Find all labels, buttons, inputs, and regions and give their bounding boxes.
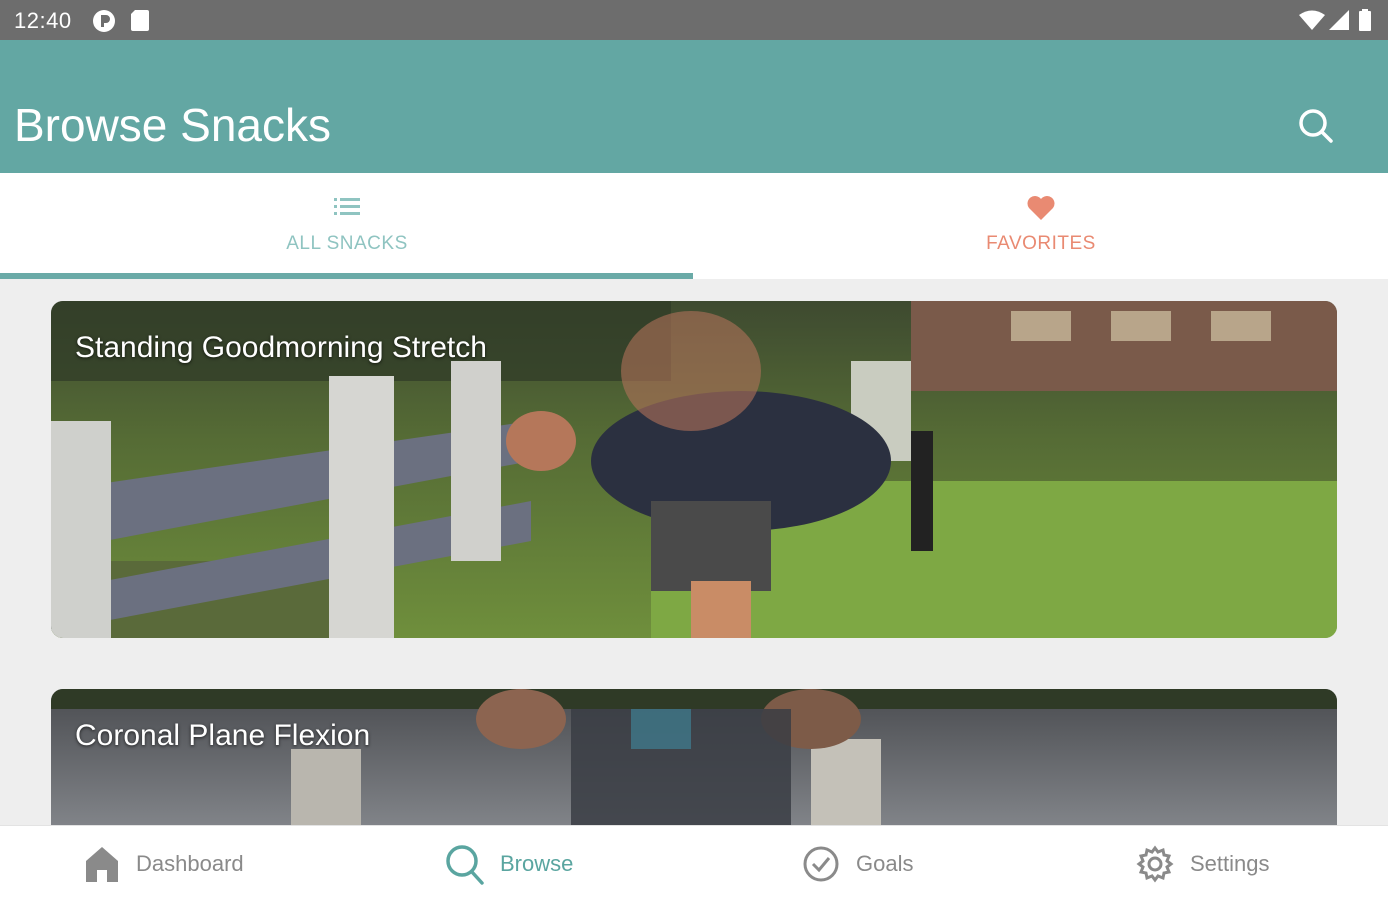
search-icon xyxy=(1299,109,1333,143)
nav-settings[interactable]: Settings xyxy=(1136,826,1270,900)
tab-favorites[interactable]: FAVORITES xyxy=(694,173,1388,279)
nav-browse[interactable]: Browse xyxy=(444,826,573,900)
home-icon xyxy=(86,846,118,882)
snack-title: Standing Goodmorning Stretch xyxy=(75,331,487,364)
search-icon xyxy=(446,844,484,885)
tab-favorites-label: FAVORITES xyxy=(986,233,1096,254)
snack-image xyxy=(51,689,1337,825)
nav-goals[interactable]: Goals xyxy=(802,826,913,900)
search-button[interactable] xyxy=(1290,100,1342,152)
status-time: 12:40 xyxy=(14,8,72,33)
check-circle-icon xyxy=(803,846,839,881)
nav-browse-label: Browse xyxy=(500,850,574,876)
snack-title: Coronal Plane Flexion xyxy=(75,719,371,752)
snack-card[interactable]: Coronal Plane Flexion xyxy=(51,689,1337,825)
cell-signal-icon xyxy=(1328,9,1350,36)
nav-dashboard[interactable]: Dashboard xyxy=(84,826,244,900)
battery-icon xyxy=(1358,9,1372,36)
media-icon xyxy=(92,9,116,38)
list-icon xyxy=(333,195,361,224)
snack-list[interactable]: Standing Goodmorning Stretch Coronal Pla… xyxy=(0,279,1388,825)
gear-icon xyxy=(1136,845,1174,882)
bottom-nav: Dashboard Browse Goals Settings xyxy=(0,825,1388,900)
app-bar: Browse Snacks xyxy=(0,40,1388,173)
nav-goals-label: Goals xyxy=(856,850,914,876)
tab-all-snacks-label: ALL SNACKS xyxy=(286,233,408,254)
snack-card[interactable]: Standing Goodmorning Stretch xyxy=(51,301,1337,638)
page-title: Browse Snacks xyxy=(14,99,332,151)
tab-all-snacks[interactable]: ALL SNACKS xyxy=(0,173,694,279)
status-bar: 12:40 xyxy=(0,0,1388,40)
tab-bar: ALL SNACKS FAVORITES xyxy=(0,173,1388,279)
sd-card-icon xyxy=(130,9,150,36)
wifi-icon xyxy=(1298,9,1326,36)
nav-dashboard-label: Dashboard xyxy=(136,850,244,876)
nav-settings-label: Settings xyxy=(1190,850,1270,876)
heart-icon xyxy=(1026,195,1056,226)
